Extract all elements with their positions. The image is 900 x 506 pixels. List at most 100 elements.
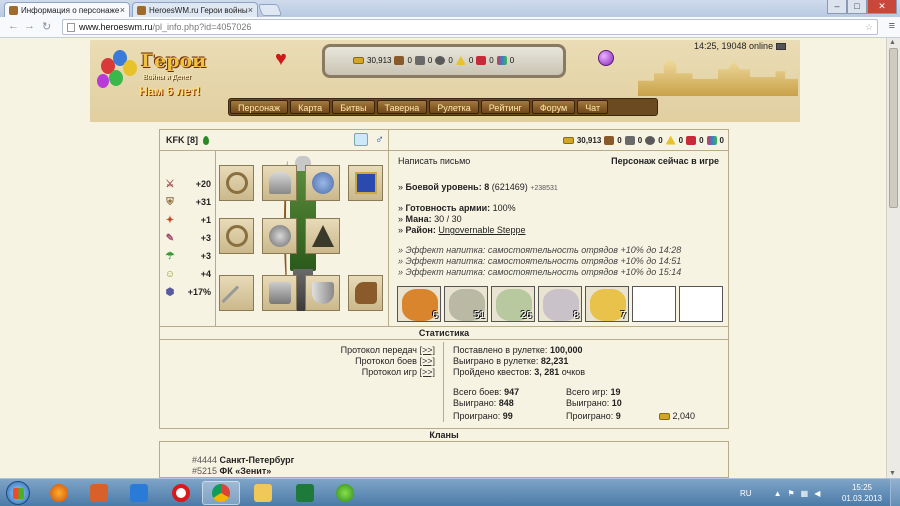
scrollbar-thumb[interactable]: [889, 48, 898, 208]
knowledge-icon: ✎: [165, 233, 175, 244]
game-log-row: Протокол игр [>>]: [361, 367, 435, 377]
army-unit[interactable]: 6: [397, 286, 441, 322]
tab-close-icon[interactable]: ×: [248, 5, 253, 15]
army-unit[interactable]: 26: [491, 286, 535, 322]
taskbar-mail[interactable]: [120, 481, 158, 505]
menu-chat[interactable]: Чат: [577, 100, 609, 114]
gems-icon: [496, 56, 507, 65]
stat-spellpower: ✦ +1: [164, 215, 214, 227]
magic-scroll-icon[interactable]: [354, 133, 368, 146]
slot-weapon[interactable]: [219, 275, 254, 317]
district-link[interactable]: Ungovernable Steppe: [438, 225, 525, 235]
army-unit[interactable]: 8: [538, 286, 582, 322]
volume-icon[interactable]: ◀: [814, 489, 820, 498]
slot-amulet[interactable]: [305, 165, 340, 201]
excel-icon: [296, 484, 314, 502]
url-host: www.heroeswm.ru: [79, 22, 153, 32]
scroll-down-icon[interactable]: ▼: [889, 470, 896, 477]
magic-orb-icon[interactable]: [598, 50, 614, 66]
menu-map[interactable]: Карта: [290, 100, 331, 114]
taskbar-opera[interactable]: [162, 481, 200, 505]
combat-level-row: » Боевой уровень: 8 (621469) +238531: [398, 182, 558, 192]
slot-ring-1[interactable]: [219, 165, 254, 201]
taskbar-excel[interactable]: [286, 481, 324, 505]
menu-battles[interactable]: Битвы: [332, 100, 375, 114]
clan-item[interactable]: #5215 ФК «Зенит»: [192, 466, 271, 476]
menu-tavern[interactable]: Таверна: [376, 100, 428, 114]
online-monitor-icon: [775, 43, 786, 51]
game-logo[interactable]: Герои Войны и Денег Нам 6 лет!: [95, 44, 235, 102]
language-indicator[interactable]: RU: [740, 489, 752, 498]
taskbar-chrome[interactable]: [202, 481, 240, 505]
slot-book[interactable]: [348, 165, 383, 201]
menu-character[interactable]: Персонаж: [230, 100, 289, 114]
menu-roulette[interactable]: Рулетка: [429, 100, 479, 114]
slot-boots[interactable]: [262, 275, 297, 311]
cloak-icon: [312, 225, 334, 247]
show-desktop-button[interactable]: [890, 479, 900, 506]
army-slot-empty: [632, 286, 676, 322]
luck-icon: ☂: [165, 251, 175, 262]
system-tray: RU ▲ ⚑ ▦ ◀: [740, 479, 820, 506]
minimize-button[interactable]: –: [827, 0, 847, 14]
transfer-log-link[interactable]: [>>]: [419, 345, 435, 355]
show-hidden-icons-icon[interactable]: ▲: [774, 489, 782, 498]
taskbar-clock[interactable]: 15:25 01.03.2013: [842, 482, 882, 504]
back-arrow-icon[interactable]: ←: [8, 20, 19, 32]
protocols-list: Протокол передач [>>] Протокол боев [>>]…: [160, 342, 444, 422]
slot-cloak[interactable]: [305, 218, 340, 254]
gems-icon: [706, 135, 717, 145]
start-button[interactable]: [6, 481, 30, 505]
game-log-link[interactable]: [>>]: [419, 367, 435, 377]
site-favicon: [137, 5, 146, 15]
scroll-up-icon[interactable]: ▲: [889, 39, 896, 46]
slot-armor[interactable]: [262, 218, 297, 254]
close-window-button[interactable]: ✕: [867, 0, 897, 14]
slot-shield[interactable]: [305, 275, 340, 311]
browser-window: Информация о персонаже × HeroesWM.ru Гер…: [0, 0, 900, 478]
slot-ring-2[interactable]: [219, 218, 254, 254]
spellbook-icon: [355, 172, 377, 194]
menu-rating[interactable]: Рейтинг: [480, 100, 530, 114]
stat-knowledge: ✎ +3: [164, 233, 214, 245]
armor-icon: [269, 225, 291, 247]
taskbar-explorer[interactable]: [244, 481, 282, 505]
character-header: KFK [8] ♂: [160, 130, 389, 151]
flag-icon[interactable]: ⚑: [787, 489, 794, 498]
male-gender-icon: ♂: [375, 132, 384, 146]
army-unit[interactable]: 51: [444, 286, 488, 322]
tab-character-info[interactable]: Информация о персонаже ×: [4, 2, 130, 17]
tab-title: Информация о персонаже: [21, 5, 120, 15]
address-bar[interactable]: www.heroeswm.ru/pl_info.php?id=4057026 ☆: [62, 19, 878, 35]
clans-header: Кланы: [159, 428, 729, 442]
slot-helmet[interactable]: [262, 165, 297, 201]
new-tab-button[interactable]: [257, 4, 283, 16]
folder-icon: [254, 484, 272, 502]
battle-log-link[interactable]: [>>]: [419, 356, 435, 366]
vertical-scrollbar[interactable]: ▲ ▼: [886, 38, 900, 478]
bookmark-star-icon[interactable]: ☆: [865, 20, 873, 34]
character-info: Написать письмо Персонаж сейчас в игре »…: [389, 151, 728, 326]
network-icon[interactable]: ▦: [801, 489, 809, 498]
menu-forum[interactable]: Форум: [531, 100, 576, 114]
heart-icon[interactable]: ♥: [275, 48, 287, 71]
army-unit[interactable]: 7: [585, 286, 629, 322]
tab-close-icon[interactable]: ×: [120, 5, 125, 15]
wrench-icon[interactable]: ≡: [889, 20, 895, 32]
quests-done: Пройдено квестов: 3, 281 очков: [453, 367, 586, 377]
write-letter-link[interactable]: Написать письмо: [398, 156, 470, 166]
mercury-amount: 0: [448, 56, 453, 65]
taskbar-network-app[interactable]: [326, 481, 364, 505]
character-name[interactable]: KFK: [166, 135, 185, 145]
transfer-log-row: Протокол передач [>>]: [340, 345, 435, 355]
games-won: Выиграно: 10: [566, 398, 622, 408]
reload-icon[interactable]: ↻: [42, 20, 51, 33]
clan-item[interactable]: #4444 Санкт-Петербург: [192, 455, 294, 465]
horse-icon: [355, 282, 377, 304]
tab-heroeswm[interactable]: HeroesWM.ru Герои войны ×: [132, 2, 258, 17]
taskbar-firefox[interactable]: [40, 481, 78, 505]
taskbar-media-player[interactable]: [80, 481, 118, 505]
forward-arrow-icon[interactable]: →: [24, 20, 35, 32]
maximize-button[interactable]: □: [847, 0, 867, 14]
slot-mount[interactable]: [348, 275, 383, 311]
